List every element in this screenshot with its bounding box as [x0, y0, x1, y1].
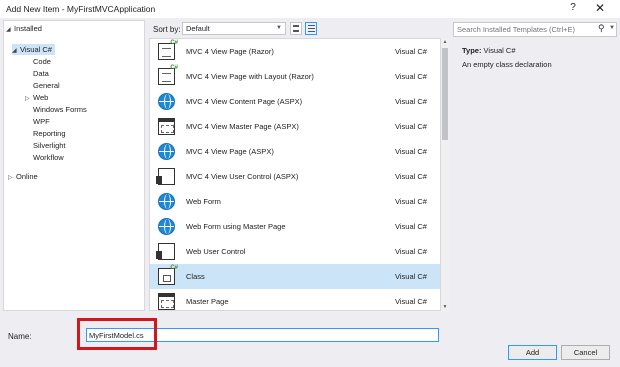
description-type: Type: Visual C# — [462, 46, 516, 55]
tree-node-visual-csharp[interactable]: ◢ Visual C# — [12, 44, 55, 55]
scroll-thumb[interactable] — [442, 48, 448, 140]
template-language: Visual C# — [395, 122, 427, 131]
template-name: Web Form using Master Page — [186, 222, 286, 231]
collapse-arrow-icon[interactable]: ◢ — [6, 25, 14, 36]
template-row-class-selected[interactable]: C# Class Visual C# — [150, 264, 440, 289]
template-name: Web Form — [186, 197, 221, 206]
template-name: Master Page — [186, 297, 229, 306]
title-bar: Add New Item - MyFirstMVCApplication ? ✕ — [0, 0, 620, 18]
template-language: Visual C# — [395, 147, 427, 156]
template-language: Visual C# — [395, 97, 427, 106]
template-name: Class — [186, 272, 205, 281]
tree-node-label: Installed — [14, 24, 42, 33]
template-list: C# MVC 4 View Page (Razor) Visual C# C# … — [149, 38, 441, 311]
tree-node-label: Web — [33, 93, 49, 102]
template-list-scrollbar[interactable]: ▲ ▼ — [441, 38, 449, 311]
tree-node-reporting[interactable]: Reporting — [33, 128, 66, 139]
expand-arrow-icon[interactable]: ▷ — [8, 173, 16, 184]
name-field[interactable] — [86, 328, 439, 342]
tree-node-label: Online — [16, 172, 38, 181]
template-language: Visual C# — [395, 247, 427, 256]
sort-by-value: Default — [186, 24, 210, 33]
list-view-button[interactable] — [305, 22, 317, 35]
expand-arrow-icon[interactable]: ▷ — [25, 94, 33, 105]
template-row[interactable]: MVC 4 View Master Page (ASPX) Visual C# — [150, 114, 440, 139]
close-button[interactable]: ✕ — [593, 1, 607, 15]
globe-icon — [158, 218, 175, 235]
scroll-up-icon[interactable]: ▲ — [441, 38, 449, 46]
template-language: Visual C# — [395, 297, 427, 306]
template-name: MVC 4 View Content Page (ASPX) — [186, 97, 303, 106]
template-language: Visual C# — [395, 47, 427, 56]
template-language: Visual C# — [395, 197, 427, 206]
template-row[interactable]: MVC 4 View User Control (ASPX) Visual C# — [150, 164, 440, 189]
tree-node-wpf[interactable]: WPF — [33, 116, 50, 127]
search-icon[interactable]: ⚲ — [598, 23, 605, 34]
tree-node-windows-forms[interactable]: Windows Forms — [33, 104, 87, 115]
sort-by-dropdown[interactable]: Default ▼ — [182, 22, 286, 35]
tree-node-web[interactable]: ▷ Web — [25, 92, 48, 103]
razor-page-icon: C# — [158, 65, 178, 85]
template-name: MVC 4 View User Control (ASPX) — [186, 172, 299, 181]
template-row[interactable]: Master Page Visual C# — [150, 289, 440, 310]
window-title: Add New Item - MyFirstMVCApplication — [6, 4, 156, 14]
name-input[interactable] — [89, 330, 429, 341]
scroll-down-icon[interactable]: ▼ — [441, 303, 449, 311]
add-button[interactable]: Add — [508, 345, 557, 360]
tree-node-code[interactable]: Code — [33, 56, 51, 67]
template-row[interactable]: MVC 4 View Content Page (ASPX) Visual C# — [150, 89, 440, 114]
class-icon: C# — [158, 265, 178, 285]
search-box[interactable]: ⚲ ▼ — [453, 22, 617, 37]
chevron-down-icon: ▼ — [276, 25, 282, 31]
description-type-value: Visual C# — [483, 46, 516, 55]
medium-icons-view-button[interactable] — [290, 22, 302, 35]
search-input[interactable] — [457, 24, 592, 35]
collapse-arrow-icon[interactable]: ◢ — [12, 46, 20, 57]
template-name: MVC 4 View Master Page (ASPX) — [186, 122, 299, 131]
cancel-button[interactable]: Cancel — [561, 345, 610, 360]
razor-page-icon: C# — [158, 40, 178, 60]
master-page-icon — [158, 293, 175, 310]
dialog-body: ◢ Installed ◢ Visual C# Code Data General … — [0, 18, 620, 367]
user-control-icon — [156, 168, 175, 185]
template-language: Visual C# — [395, 222, 427, 231]
template-row[interactable]: C# MVC 4 View Page (Razor) Visual C# — [150, 39, 440, 64]
description-text: An empty class declaration — [462, 60, 552, 69]
tree-node-label: Visual C# — [20, 45, 52, 54]
tree-node-installed[interactable]: ◢ Installed — [6, 23, 42, 34]
template-name: MVC 4 View Page (ASPX) — [186, 147, 274, 156]
template-category-tree: ◢ Installed ◢ Visual C# Code Data General … — [3, 20, 145, 311]
name-label: Name: — [8, 332, 32, 341]
template-name: Web User Control — [186, 247, 246, 256]
tree-node-general[interactable]: General — [33, 80, 60, 91]
master-page-icon — [158, 118, 175, 135]
globe-icon — [158, 93, 175, 110]
globe-icon — [158, 193, 175, 210]
sort-by-label: Sort by: — [153, 25, 181, 34]
globe-icon — [158, 143, 175, 160]
tree-node-data[interactable]: Data — [33, 68, 49, 79]
list-view-icon — [308, 25, 315, 33]
template-row[interactable]: MVC 4 View Page (ASPX) Visual C# — [150, 139, 440, 164]
tree-node-online[interactable]: ▷ Online — [8, 171, 38, 182]
grid-view-icon — [293, 25, 299, 32]
template-language: Visual C# — [395, 272, 427, 281]
template-name: MVC 4 View Page (Razor) — [186, 47, 274, 56]
template-language: Visual C# — [395, 172, 427, 181]
template-row[interactable]: Web User Control Visual C# — [150, 239, 440, 264]
chevron-down-icon[interactable]: ▼ — [609, 25, 615, 31]
tree-node-silverlight[interactable]: Silverlight — [33, 140, 66, 151]
template-language: Visual C# — [395, 72, 427, 81]
template-name: MVC 4 View Page with Layout (Razor) — [186, 72, 314, 81]
description-type-label: Type: — [462, 46, 482, 55]
user-control-icon — [156, 243, 175, 260]
template-row[interactable]: Web Form Visual C# — [150, 189, 440, 214]
help-button[interactable]: ? — [566, 2, 580, 13]
template-row[interactable]: C# MVC 4 View Page with Layout (Razor) V… — [150, 64, 440, 89]
template-row[interactable]: Web Form using Master Page Visual C# — [150, 214, 440, 239]
tree-node-workflow[interactable]: Workflow — [33, 152, 64, 163]
